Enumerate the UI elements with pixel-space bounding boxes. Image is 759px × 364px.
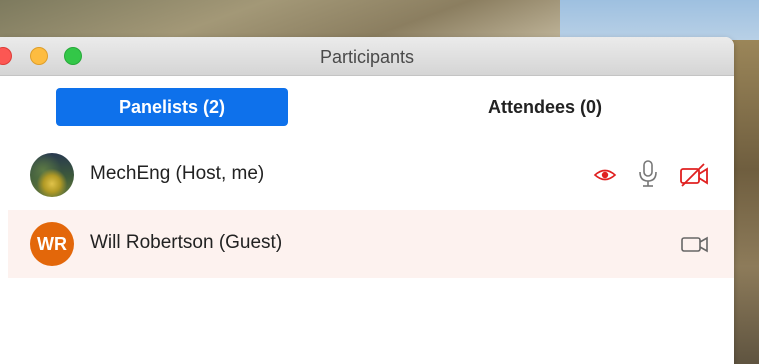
participant-name: MechEng (Host, me) bbox=[90, 163, 265, 184]
participant-name: Will Robertson (Guest) bbox=[90, 232, 283, 253]
avatar bbox=[30, 153, 74, 197]
participant-row-guest[interactable]: WR Will Robertson (Guest) bbox=[8, 210, 734, 278]
recording-icon bbox=[593, 163, 617, 192]
participant-row-host[interactable]: MechEng (Host, me) bbox=[8, 141, 734, 209]
video-off-icon[interactable] bbox=[678, 161, 710, 194]
participants-window: Participants Panelists (2) Attendees (0)… bbox=[0, 37, 734, 364]
avatar: WR bbox=[30, 222, 74, 266]
tab-bar: Panelists (2) Attendees (0) bbox=[0, 76, 734, 136]
title-bar[interactable]: Participants bbox=[0, 37, 734, 76]
tab-panelists[interactable]: Panelists (2) bbox=[56, 88, 288, 126]
desktop-cliff bbox=[730, 40, 759, 364]
microphone-icon[interactable] bbox=[636, 159, 660, 194]
desktop-hill bbox=[0, 0, 560, 42]
window-title: Participants bbox=[319, 47, 415, 67]
video-camera-icon[interactable] bbox=[680, 230, 710, 263]
tab-attendees[interactable]: Attendees (0) bbox=[450, 88, 640, 126]
